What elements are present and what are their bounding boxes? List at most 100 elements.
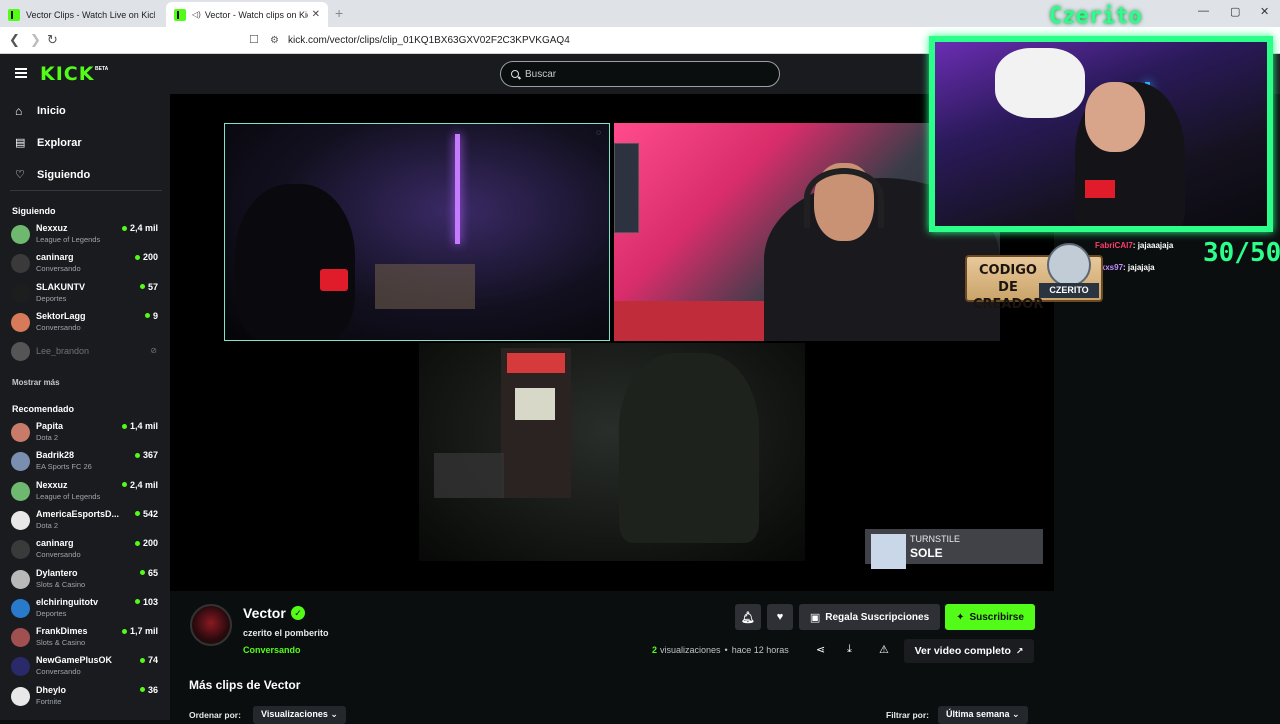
chevron-down-icon: ⌄ xyxy=(1012,709,1020,719)
channel-name[interactable]: Vector xyxy=(243,605,286,621)
site-settings-icon[interactable]: ⚙ xyxy=(270,35,279,46)
channel-category: Slots & Casino xyxy=(36,638,86,648)
channel-category: Deportes xyxy=(36,608,67,618)
channel-name: Dylantero xyxy=(36,567,78,578)
channel-category: Fortnite xyxy=(36,696,62,706)
sparkle-icon: ✦ xyxy=(956,611,965,623)
monitor xyxy=(614,143,639,233)
sidebar-channel[interactable]: Papita Dota 2 1,4 mil xyxy=(11,420,161,446)
clip-category[interactable]: Conversando xyxy=(243,645,301,655)
headphones xyxy=(804,168,884,228)
channel-category: League of Legends xyxy=(36,235,101,244)
time-ago: hace 12 horas xyxy=(731,645,789,655)
video-player[interactable]: ◌ TURNSTILE SOLE xyxy=(170,94,1054,591)
minimize-icon[interactable]: — xyxy=(1198,5,1209,17)
sidebar-channel[interactable]: Badrik28 EA Sports FC 26 367 xyxy=(11,449,161,475)
gift-subs-button[interactable]: ▣ Regala Suscripciones xyxy=(799,604,940,630)
show-more-link[interactable]: Mostrar más xyxy=(12,378,60,387)
neon-light xyxy=(455,134,460,244)
channel-category: Conversando xyxy=(36,322,81,332)
views-label: visualizaciones xyxy=(660,645,721,655)
full-video-label: Ver video completo xyxy=(914,645,1011,657)
creator-code-text: CODIGO DE CREADOR xyxy=(973,263,1044,312)
goal-counter: 30/50 xyxy=(1203,238,1280,268)
webcam-feed xyxy=(419,343,805,561)
chat-text: jajajaja xyxy=(1127,263,1155,272)
channel-name: AmericaEsportsD... xyxy=(36,508,120,519)
sidebar-channel[interactable]: Dylantero Slots & Casino 65 xyxy=(11,567,161,593)
menu-icon[interactable] xyxy=(15,68,27,78)
full-video-button[interactable]: Ver video completo ↗ xyxy=(904,639,1034,663)
channel-avatar[interactable] xyxy=(190,604,232,646)
report-icon[interactable]: ⚠ xyxy=(879,643,889,656)
filter-select[interactable]: Última semana ⌄ xyxy=(938,706,1028,724)
channel-name: Nexxuz xyxy=(36,479,68,490)
maximize-icon[interactable]: ▢ xyxy=(1230,5,1240,18)
browser-tab-active[interactable]: ◁) Vector - Watch clips on Kick ✕ xyxy=(166,2,328,27)
sidebar-channel[interactable]: Lee_brandon ⊘ xyxy=(11,339,161,365)
sidebar-channel[interactable]: AmericaEsportsD... Dota 2 542 xyxy=(11,508,161,534)
channel-name: SektorLagg xyxy=(36,310,86,321)
channel-name: caninarg xyxy=(36,252,74,263)
gift-icon: ▣ xyxy=(809,611,821,624)
person xyxy=(235,184,355,340)
channel-category: Conversando xyxy=(36,667,81,677)
verified-icon: ✓ xyxy=(291,606,305,620)
channel-name: Badrik28 xyxy=(36,450,75,461)
share-icon[interactable]: ⋖ xyxy=(816,643,825,656)
avatar xyxy=(11,452,30,472)
external-link-icon: ↗ xyxy=(1015,645,1024,656)
sort-select[interactable]: Visualizaciones ⌄ xyxy=(253,706,346,724)
nav-home[interactable]: ⌂ Inicio xyxy=(15,104,66,118)
sidebar-channel[interactable]: NewGamePlusOK Conversando 74 xyxy=(11,654,161,680)
sidebar-channel[interactable]: SLAKUNTV Deportes 57 xyxy=(11,281,161,307)
kick-logo[interactable]: KICK xyxy=(40,63,94,85)
follow-button[interactable]: ♥ xyxy=(767,604,793,630)
browser-tab[interactable]: Vector Clips - Watch Live on Kick xyxy=(0,2,163,27)
close-icon[interactable]: ✕ xyxy=(312,9,320,20)
sidebar-channel[interactable]: caninarg Conversando 200 xyxy=(11,251,161,277)
avatar xyxy=(11,423,30,442)
webcam-feed: ◌ xyxy=(224,123,610,341)
chat-text: jajaaajaja xyxy=(1137,241,1174,250)
desk-object xyxy=(375,264,475,309)
reload-icon[interactable]: ↻ xyxy=(47,32,58,48)
sort-value: Visualizaciones xyxy=(261,709,328,719)
subscribe-button[interactable]: ✦ Suscribirse xyxy=(945,604,1035,630)
sidebar-channel[interactable]: FrankDimes Slots & Casino 1,7 mil xyxy=(11,625,161,651)
avatar xyxy=(11,342,30,362)
views-count: 2 xyxy=(652,645,658,655)
close-window-icon[interactable]: ✕ xyxy=(1260,5,1269,18)
viewer-count: 200 xyxy=(135,538,158,548)
search-input[interactable]: Buscar xyxy=(500,61,780,87)
overlay-chat-line: Axxs97: jajajaja xyxy=(1095,263,1155,272)
creator-code-banner: CODIGO DE CREADOR CZERITO xyxy=(965,243,1103,312)
search-placeholder: Buscar xyxy=(525,68,557,80)
sidebar-channel[interactable]: Dheylo Fortnite 36 xyxy=(11,684,161,710)
viewer-count: 36 xyxy=(140,685,158,695)
now-playing-song: SOLE xyxy=(910,546,943,560)
gaming-chair xyxy=(619,353,759,543)
sidebar-channel[interactable]: elchiringuitotv Deportes 103 xyxy=(11,596,161,622)
nav-browse[interactable]: ▤ Explorar xyxy=(15,136,82,150)
channel-name: FrankDimes xyxy=(36,626,88,637)
back-icon[interactable]: ❮ xyxy=(9,32,20,48)
download-icon[interactable]: ⤓ xyxy=(847,643,852,656)
search-icon xyxy=(511,70,519,78)
kick-favicon-icon xyxy=(8,8,20,21)
channel-category: Dota 2 xyxy=(36,433,59,442)
sidebar-channel[interactable]: Nexxuz League of Legends 2,4 mil xyxy=(11,479,161,505)
forward-icon[interactable]: ❯ xyxy=(30,32,41,48)
creator-code-tag: CZERITO xyxy=(1039,283,1099,298)
sidebar-channel[interactable]: caninarg Conversando 200 xyxy=(11,537,161,563)
sidebar-channel[interactable]: SektorLagg Conversando 9 xyxy=(11,310,161,336)
nav-following[interactable]: ♡ Siguiendo xyxy=(15,168,90,182)
viewer-count: 57 xyxy=(140,282,158,292)
new-tab-icon[interactable]: + xyxy=(335,5,343,21)
notification-bell-button[interactable]: 🔔︎ xyxy=(735,604,761,630)
bookmark-icon[interactable]: ☐ xyxy=(249,33,259,46)
sidebar-channel[interactable]: Nexxuz League of Legends 2,4 mil xyxy=(11,222,161,248)
channel-name: Dheylo xyxy=(36,684,67,695)
more-clips-title: Más clips de Vector xyxy=(189,678,301,692)
url-field[interactable]: ⚙ kick.com/vector/clips/clip_01KQ1BX63GX… xyxy=(270,31,920,50)
